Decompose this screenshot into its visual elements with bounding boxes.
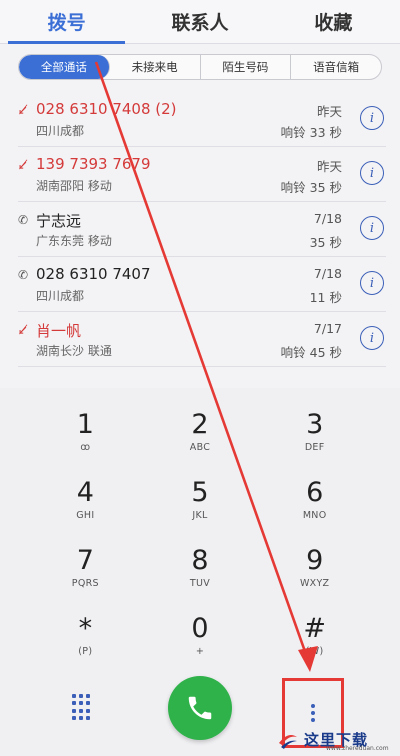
call-log-row[interactable]: ↙̸ 028 6310 7408 (2) 四川成都 昨天 响铃 33 秒 i: [18, 92, 386, 147]
key-letters: MNO: [302, 510, 327, 521]
call-filter-bar: 全部通话 未接来电 陌生号码 语音信箱: [18, 54, 382, 80]
call-duration: 响铃 45 秒: [280, 345, 342, 360]
call-duration: 11 秒: [309, 290, 342, 305]
missed-call-icon: ↙̸: [18, 103, 29, 117]
tab-favorites[interactable]: 收藏: [267, 0, 400, 43]
dial-key-2[interactable]: 2 ABC: [143, 406, 258, 474]
watermark-logo-icon: [279, 735, 297, 749]
info-icon[interactable]: i: [360, 326, 384, 350]
keypad-grid-icon[interactable]: [72, 694, 94, 720]
outgoing-call-icon: ✆: [18, 213, 29, 227]
dial-key-4[interactable]: 4 GHI: [28, 474, 143, 542]
key-letters: (P): [78, 646, 93, 657]
dial-key-1[interactable]: 1ꝏ: [28, 406, 143, 474]
info-icon[interactable]: i: [360, 161, 384, 185]
call-log-row[interactable]: ↙̸ 肖一帆 湖南长沙 联通 7/17 响铃 45 秒 i: [18, 312, 386, 367]
call-log-row[interactable]: ✆ 028 6310 7407 四川成都 7/18 11 秒 i: [18, 257, 386, 312]
info-icon[interactable]: i: [360, 106, 384, 130]
key-digit: 9: [306, 545, 324, 576]
call-duration: 响铃 35 秒: [280, 180, 342, 195]
call-location: 四川成都: [36, 124, 85, 138]
filter-voicemail[interactable]: 语音信箱: [291, 55, 381, 79]
call-location: 广东东莞 移动: [36, 234, 112, 248]
dial-key-9[interactable]: 9 WXYZ: [257, 542, 372, 610]
key-digit: 4: [76, 477, 94, 508]
call-duration: 35 秒: [309, 235, 342, 250]
call-contact-name: 肖一帆: [36, 322, 82, 340]
key-digit: 5: [191, 477, 209, 508]
call-location: 四川成都: [36, 289, 85, 303]
key-digit: #: [303, 613, 326, 644]
key-digit: 0: [191, 613, 209, 644]
key-letters: (W): [305, 646, 324, 657]
watermark-url: www.zhereduan.com: [326, 745, 389, 752]
call-button[interactable]: [168, 676, 232, 740]
call-log-list: ↙̸ 028 6310 7408 (2) 四川成都 昨天 响铃 33 秒 i ↙…: [0, 92, 400, 367]
dial-key-hash[interactable]: # (W): [257, 610, 372, 678]
call-location: 湖南邵阳 移动: [36, 179, 112, 193]
missed-call-icon: ↙̸: [18, 158, 29, 172]
missed-call-icon: ↙̸: [18, 323, 29, 337]
call-date: 昨天: [316, 159, 342, 174]
info-icon[interactable]: i: [360, 216, 384, 240]
filter-unknown-numbers[interactable]: 陌生号码: [201, 55, 292, 79]
filter-missed-calls[interactable]: 未接来电: [110, 55, 201, 79]
dialpad-keys: 1ꝏ 2 ABC 3 DEF 4 GHI 5 JKL 6 MNO 7 PQRS 8 TUV 9…: [28, 406, 372, 678]
dial-key-star[interactable]: * (P): [28, 610, 143, 678]
tab-contacts[interactable]: 联系人: [133, 0, 266, 43]
call-number: 139 7393 7679: [36, 155, 151, 173]
call-date: 7/18: [313, 211, 342, 226]
call-date: 7/18: [313, 266, 342, 281]
key-digit: 1: [76, 409, 94, 440]
call-number: 028 6310 7407: [36, 265, 151, 283]
call-date: 昨天: [316, 104, 342, 119]
call-number: 028 6310 7408 (2): [36, 100, 177, 118]
site-watermark: 这里下载 www.zhereduan.com: [276, 724, 396, 754]
key-letters: TUV: [189, 578, 211, 589]
key-digit: 6: [306, 477, 324, 508]
key-digit: 8: [191, 545, 209, 576]
key-letters: PQRS: [71, 578, 99, 589]
key-letters: DEF: [304, 442, 325, 453]
key-letters: +: [195, 646, 205, 657]
key-digit: 2: [191, 409, 209, 440]
call-log-row[interactable]: ↙̸ 139 7393 7679 湖南邵阳 移动 昨天 响铃 35 秒 i: [18, 147, 386, 202]
dial-key-5[interactable]: 5 JKL: [143, 474, 258, 542]
outgoing-call-icon: ✆: [18, 268, 29, 282]
key-digit: 3: [306, 409, 324, 440]
key-digit: 7: [76, 545, 94, 576]
call-date: 7/17: [313, 321, 342, 336]
phone-icon: [188, 696, 212, 720]
key-letters: GHI: [76, 510, 95, 521]
more-vert-icon: [311, 704, 315, 722]
call-log-row[interactable]: ✆ 宁志远 广东东莞 移动 7/18 35 秒 i: [18, 202, 386, 257]
info-icon[interactable]: i: [360, 271, 384, 295]
dial-key-7[interactable]: 7 PQRS: [28, 542, 143, 610]
filter-all-calls[interactable]: 全部通话: [19, 55, 110, 79]
key-letters: JKL: [192, 510, 208, 521]
dial-key-8[interactable]: 8 TUV: [143, 542, 258, 610]
dial-key-3[interactable]: 3 DEF: [257, 406, 372, 474]
call-contact-name: 宁志远: [36, 212, 82, 230]
key-letters: ABC: [189, 442, 211, 453]
call-location: 湖南长沙 联通: [36, 344, 112, 358]
dialpad: 1ꝏ 2 ABC 3 DEF 4 GHI 5 JKL 6 MNO 7 PQRS 8 TUV 9…: [0, 388, 400, 756]
tab-dialer[interactable]: 拨号: [0, 0, 133, 44]
key-letters: WXYZ: [299, 578, 330, 589]
key-digit: *: [78, 613, 93, 644]
dial-key-0[interactable]: 0 +: [143, 610, 258, 678]
top-tab-bar: 拨号 联系人 收藏: [0, 0, 400, 44]
call-duration: 响铃 33 秒: [280, 125, 342, 140]
dial-key-6[interactable]: 6 MNO: [257, 474, 372, 542]
voicemail-icon: ꝏ: [80, 442, 91, 453]
